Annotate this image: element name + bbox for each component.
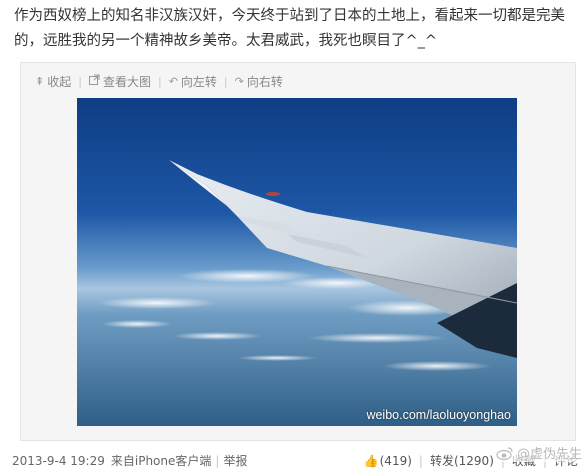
view-large-button[interactable]: 查看大图 (88, 73, 151, 90)
thumbs-up-icon: 👍 (363, 453, 379, 468)
action-divider: | (418, 453, 423, 468)
post-meta: 2013-9-4 19:29 来自iPhone客户端 | 举报 (12, 452, 247, 469)
rotate-left-icon: ↶ (168, 74, 178, 88)
like-button[interactable]: 👍 (419) (364, 454, 412, 468)
weibo-logo-icon (496, 446, 513, 460)
like-count: (419) (379, 453, 412, 468)
toolbar-divider: | (157, 74, 162, 88)
brand-handle: @虚伪先生 (516, 447, 582, 462)
post-source[interactable]: 来自iPhone客户端 (111, 452, 212, 469)
rotate-left-button[interactable]: ↶ 向左转 (169, 73, 217, 90)
rotate-left-label: 向左转 (180, 74, 217, 89)
repost-label: 转发 (429, 454, 454, 468)
repost-button[interactable]: 转发 (1290) (430, 452, 494, 469)
rotate-right-button[interactable]: ↷ 向右转 (235, 73, 283, 90)
report-link[interactable]: 举报 (223, 452, 247, 469)
meta-divider: | (215, 453, 220, 468)
toolbar-divider: | (223, 74, 228, 88)
post-photo[interactable]: weibo.com/laoluoyonghao (77, 98, 517, 426)
photo-watermark: weibo.com/laoluoyonghao (366, 408, 511, 422)
view-large-label: 查看大图 (102, 74, 151, 89)
rotate-right-icon: ↷ (234, 74, 244, 88)
weibo-watermark: @虚伪先生 (493, 443, 584, 462)
image-toolbar: ⇞ 收起 | 查看大图 | ↶ 向左转 | ↷ 向右转 (35, 71, 283, 91)
toolbar-divider: | (78, 74, 82, 88)
collapse-label: 收起 (47, 74, 72, 89)
media-card: ⇞ 收起 | 查看大图 | ↶ 向左转 | ↷ 向右转 weibo.com/la… (20, 62, 576, 441)
collapse-arrow-icon: ⇞ (35, 74, 45, 88)
repost-count: (1290) (453, 453, 494, 468)
airplane-wing-photo (77, 98, 517, 426)
external-image-icon (88, 74, 100, 88)
collapse-button[interactable]: ⇞ 收起 (35, 73, 71, 90)
post-timestamp[interactable]: 2013-9-4 19:29 (12, 454, 105, 468)
post-text: 作为西奴榜上的知名非汉族汉奸，今天终于站到了日本的土地上，看起来一切都是完美的，… (14, 8, 565, 49)
rotate-right-label: 向右转 (246, 74, 283, 89)
